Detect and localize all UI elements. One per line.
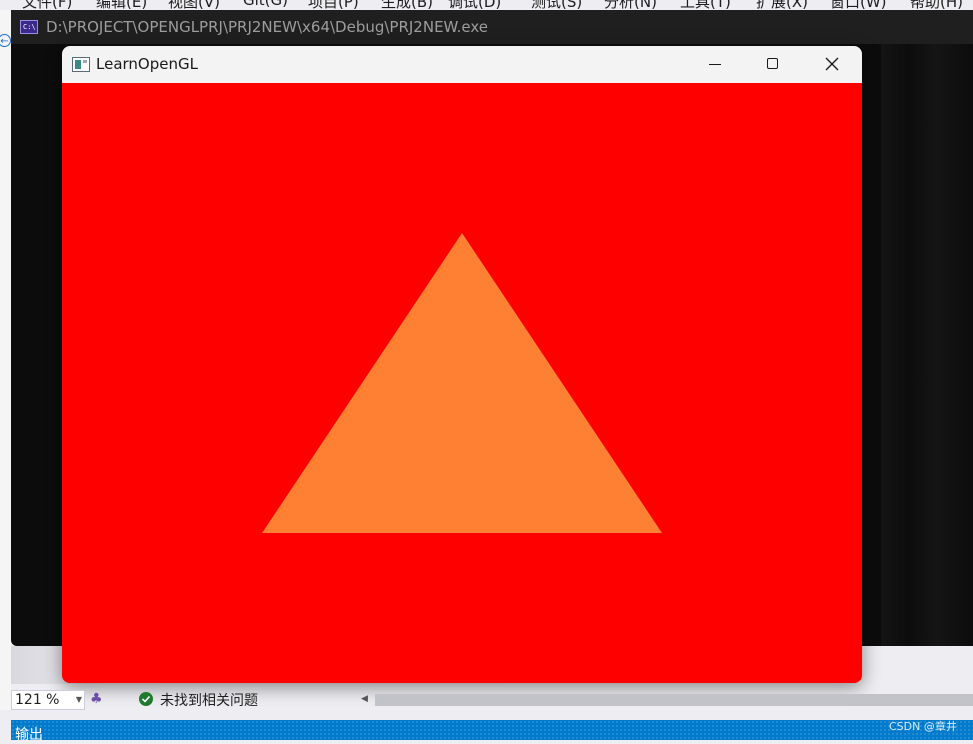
menu-item-10[interactable]: 扩展(X): [756, 0, 808, 10]
horizontal-scrollbar[interactable]: [375, 694, 973, 706]
zoom-value: 121 %: [15, 692, 60, 708]
menu-item-12[interactable]: 帮助(H): [910, 0, 963, 10]
back-arrow-icon[interactable]: ←: [0, 34, 11, 47]
app-window-icon: [72, 57, 90, 72]
console-title: D:\PROJECT\OPENGLPRJ\PRJ2NEW\x64\Debug\P…: [46, 18, 489, 36]
menu-item-5[interactable]: 生成(B): [381, 0, 433, 10]
menu-item-4[interactable]: 项目(P): [308, 0, 359, 10]
scroll-left-icon[interactable]: ◀: [361, 694, 368, 704]
minimize-button[interactable]: [686, 46, 744, 83]
opengl-canvas[interactable]: [62, 83, 862, 683]
vs-left-strip: ←: [0, 10, 11, 710]
copilot-icon[interactable]: ♣: [90, 691, 106, 708]
watermark: CSDN @章井: [889, 720, 957, 733]
close-icon: [825, 57, 839, 71]
menu-item-6[interactable]: 调试(D): [448, 0, 501, 10]
maximize-icon: [767, 58, 778, 69]
close-button[interactable]: [802, 46, 860, 83]
output-panel-header[interactable]: 输出: [11, 720, 973, 743]
opengl-window: LearnOpenGL: [62, 46, 862, 683]
menu-item-1[interactable]: 编辑(E): [96, 0, 147, 10]
menu-item-11[interactable]: 窗口(W): [830, 0, 887, 10]
check-circle-icon: [139, 692, 153, 706]
menu-item-9[interactable]: 工具(T): [680, 0, 731, 10]
menu-item-8[interactable]: 分析(N): [604, 0, 657, 10]
menu-item-7[interactable]: 测试(S): [531, 0, 582, 10]
console-icon: C:\: [20, 20, 38, 34]
menu-item-2[interactable]: 视图(V): [168, 0, 220, 10]
console-background: [881, 44, 973, 646]
output-label: 输出: [15, 727, 43, 743]
vs-menu-bar: 文件(F) 编辑(E) 视图(V) Git(G) 项目(P) 生成(B) 调试(D) 测试(S…: [0, 0, 973, 10]
console-titlebar: C:\ D:\PROJECT\OPENGLPRJ\PRJ2NEW\x64\Deb…: [11, 10, 973, 44]
menu-item-3[interactable]: Git(G): [243, 0, 288, 9]
window-title: LearnOpenGL: [96, 55, 198, 73]
maximize-button[interactable]: [744, 46, 802, 83]
menu-item-0[interactable]: 文件(F): [22, 0, 72, 10]
minimize-icon: [709, 64, 721, 65]
issues-status-text: 未找到相关问题: [160, 693, 258, 709]
opengl-titlebar[interactable]: LearnOpenGL: [62, 46, 862, 83]
chevron-down-icon: ▼: [75, 695, 82, 704]
zoom-select[interactable]: 121 % ▼: [11, 690, 85, 710]
